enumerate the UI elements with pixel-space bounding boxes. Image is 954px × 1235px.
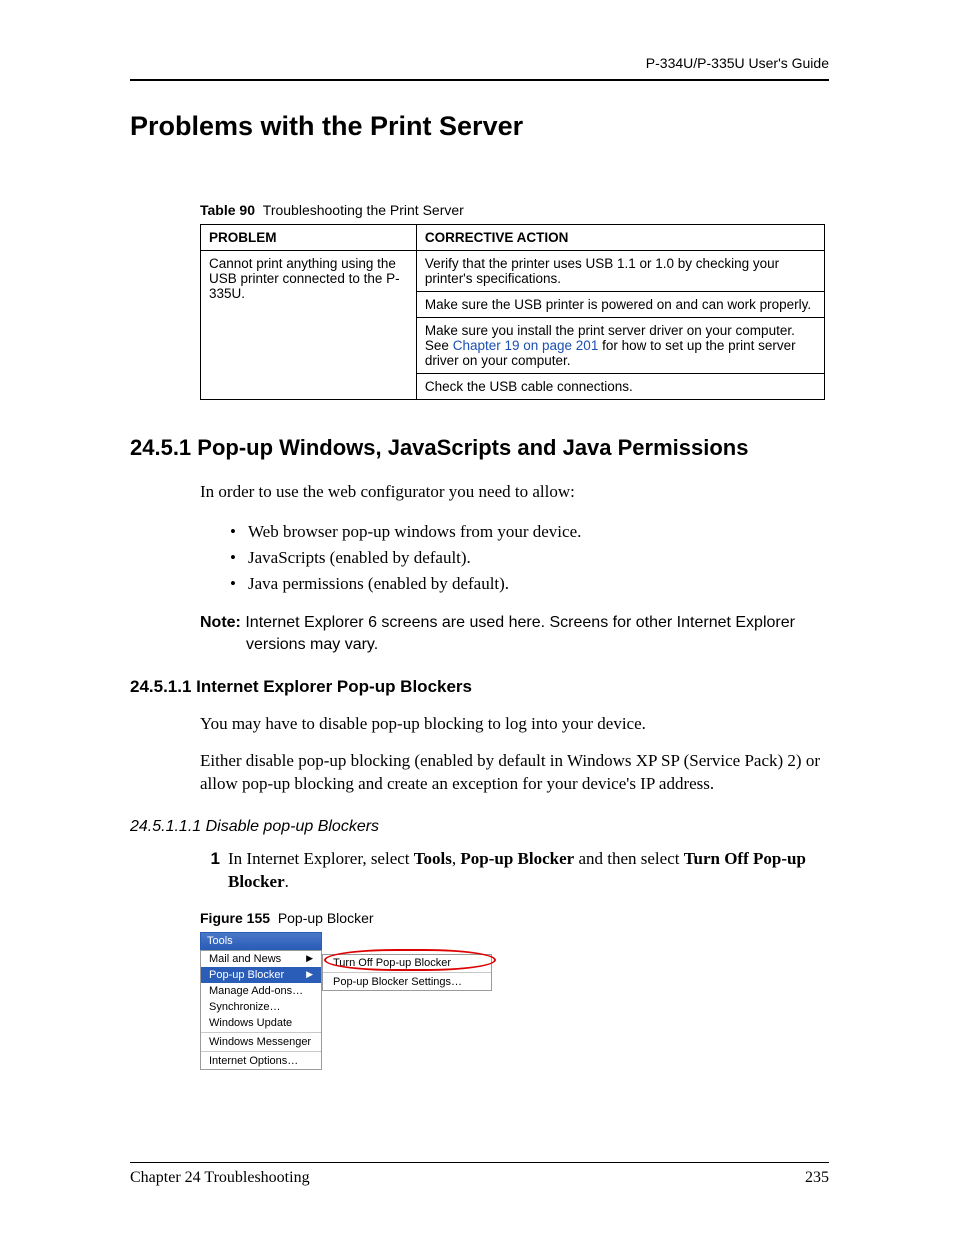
- note-block: Note: Internet Explorer 6 screens are us…: [200, 612, 829, 655]
- step1-popup: Pop-up Blocker: [460, 849, 574, 868]
- submenu-turn-off: Turn Off Pop-up Blocker: [323, 955, 491, 971]
- table-caption: Table 90 Troubleshooting the Print Serve…: [200, 202, 829, 218]
- running-header: P-334U/P-335U User's Guide: [130, 55, 829, 71]
- table-caption-text: Troubleshooting the Print Server: [263, 202, 464, 218]
- menu-item-options-label: Internet Options…: [209, 1055, 298, 1067]
- menu-item-addons-label: Manage Add-ons…: [209, 985, 303, 997]
- step1-pre: In Internet Explorer, select: [228, 849, 414, 868]
- tools-menu-title: Tools: [200, 932, 322, 950]
- footer-rule: [130, 1162, 829, 1163]
- step-1: 1 In Internet Explorer, select Tools, Po…: [200, 848, 829, 894]
- figure-caption-label: Figure 155: [200, 910, 270, 926]
- table-caption-label: Table 90: [200, 202, 255, 218]
- submenu-settings: Pop-up Blocker Settings…: [323, 974, 491, 990]
- intro-2451: In order to use the web configurator you…: [200, 481, 829, 504]
- troubleshooting-table: PROBLEM CORRECTIVE ACTION Cannot print a…: [200, 224, 825, 400]
- menu-separator: [201, 1032, 321, 1033]
- footer-page-number: 235: [805, 1169, 829, 1187]
- menu-item-sync: Synchronize…: [201, 999, 321, 1015]
- bullet-list: Web browser pop-up windows from your dev…: [230, 522, 829, 594]
- bullet-3: Java permissions (enabled by default).: [230, 574, 829, 594]
- submenu-settings-label: Pop-up Blocker Settings…: [333, 976, 462, 988]
- submenu-separator: [323, 972, 491, 973]
- note-label: Note:: [200, 614, 241, 631]
- menu-item-addons: Manage Add-ons…: [201, 983, 321, 999]
- menu-item-popup-label: Pop-up Blocker: [209, 969, 284, 981]
- submenu-turn-off-label: Turn Off Pop-up Blocker: [333, 957, 451, 969]
- figure-caption-text: Pop-up Blocker: [278, 910, 374, 926]
- menu-item-options: Internet Options…: [201, 1053, 321, 1069]
- table-action-3: Make sure you install the print server d…: [416, 318, 824, 374]
- menu-item-sync-label: Synchronize…: [209, 1001, 281, 1013]
- menu-item-mail: Mail and News ▶: [201, 951, 321, 967]
- menu-item-update-label: Windows Update: [209, 1017, 292, 1029]
- heading-245111: 24.5.1.1.1 Disable pop-up Blockers: [130, 818, 829, 836]
- note-text: Internet Explorer 6 screens are used her…: [245, 614, 795, 653]
- page-footer: Chapter 24 Troubleshooting 235: [130, 1162, 829, 1187]
- chapter-19-link[interactable]: Chapter 19 on page 201: [453, 338, 599, 353]
- bullet-2: JavaScripts (enabled by default).: [230, 548, 829, 568]
- heading-2451: 24.5.1 Pop-up Windows, JavaScripts and J…: [130, 435, 829, 461]
- menu-item-update: Windows Update: [201, 1015, 321, 1031]
- submenu-popup-blocker: Turn Off Pop-up Blocker Pop-up Blocker S…: [322, 954, 492, 991]
- menu-item-messenger-label: Windows Messenger: [209, 1036, 311, 1048]
- step-1-number: 1: [200, 848, 220, 871]
- figure-caption: Figure 155 Pop-up Blocker: [200, 910, 829, 926]
- table-action-2: Make sure the USB printer is powered on …: [416, 292, 824, 318]
- table-header-action: CORRECTIVE ACTION: [416, 225, 824, 251]
- menu-item-mail-label: Mail and News: [209, 953, 281, 965]
- table-action-1: Verify that the printer uses USB 1.1 or …: [416, 251, 824, 292]
- table-header-problem: PROBLEM: [201, 225, 417, 251]
- menu-item-popup-blocker: Pop-up Blocker ▶: [201, 967, 321, 983]
- table-problem-cell: Cannot print anything using the USB prin…: [201, 251, 417, 400]
- table-action-4: Check the USB cable connections.: [416, 374, 824, 400]
- footer-chapter: Chapter 24 Troubleshooting: [130, 1169, 310, 1187]
- chevron-right-icon: ▶: [306, 953, 313, 964]
- menu-separator: [201, 1051, 321, 1052]
- header-rule: [130, 79, 829, 81]
- step1-mid2: and then select: [574, 849, 684, 868]
- p-24511-1: You may have to disable pop-up blocking …: [200, 713, 829, 736]
- step1-post: .: [285, 872, 289, 891]
- p-24511-2: Either disable pop-up blocking (enabled …: [200, 750, 829, 796]
- step1-tools: Tools: [414, 849, 452, 868]
- tools-menu: Mail and News ▶ Pop-up Blocker ▶ Manage Ad…: [200, 950, 322, 1070]
- figure-screenshot: Tools Mail and News ▶ Pop-up Blocker ▶ Man…: [200, 932, 500, 1090]
- bullet-1: Web browser pop-up windows from your dev…: [230, 522, 829, 542]
- section-title: Problems with the Print Server: [130, 111, 829, 142]
- step-1-text: In Internet Explorer, select Tools, Pop-…: [228, 848, 829, 894]
- menu-item-messenger: Windows Messenger: [201, 1034, 321, 1050]
- heading-24511: 24.5.1.1 Internet Explorer Pop-up Blocke…: [130, 677, 829, 697]
- chevron-right-icon: ▶: [306, 969, 313, 980]
